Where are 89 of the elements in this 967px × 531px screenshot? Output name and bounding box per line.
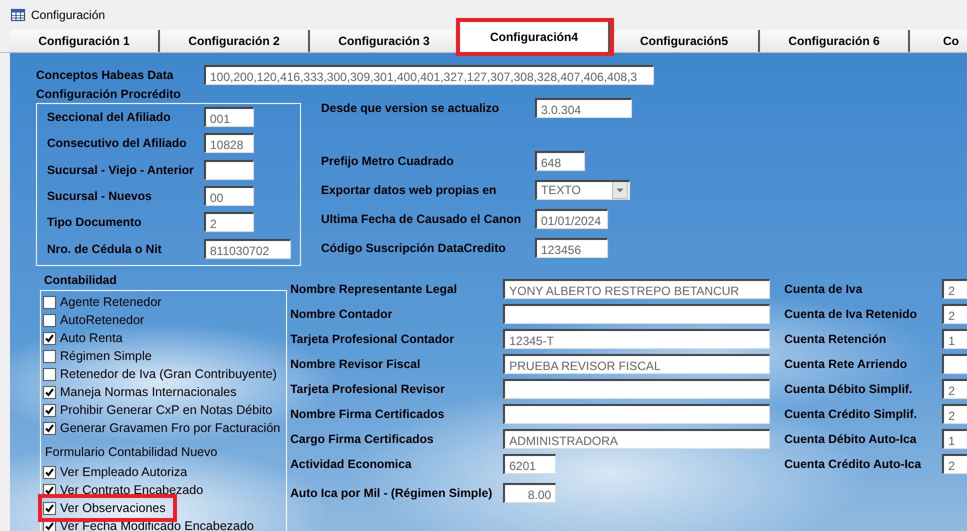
checkbox[interactable] [43,502,56,514]
checkbox-option[interactable]: AutoRetenedor [43,311,150,329]
field-label: Cuenta Crédito Simplif. [784,406,918,420]
field-label: Tarjeta Profesional Contador [290,332,456,346]
field-label: Consecutivo del Afiliado [47,136,188,150]
field-label: Actividad Economica [290,456,413,470]
checkbox[interactable] [43,296,56,308]
input-field[interactable]: 2 [942,378,967,398]
field-label: Cuenta de Iva Retenido [784,306,918,320]
field-label: Cargo Firma Certificados [290,432,435,446]
dropdown[interactable]: TEXTO [535,180,630,200]
checkbox[interactable] [43,404,56,416]
field-label: Nombre Contador [290,306,394,320]
field-label: Cuenta Crédito Auto-Ica [784,456,922,470]
field-label: Seccional del Afiliado [47,110,172,124]
input-field[interactable]: 6201 [503,454,556,474]
checkbox-option[interactable]: Ver Empleado Autoriza [43,463,194,481]
checkbox[interactable] [43,314,56,326]
input-field[interactable]: 3.0.304 [535,98,632,118]
input-field[interactable]: 123456 [535,238,608,258]
input-field[interactable] [204,160,254,180]
field-label: Cuenta Rete Arriendo [784,356,908,370]
field-label: Nombre Revisor Fiscal [290,356,422,370]
field-label: Sucursal - Nuevos [47,189,153,204]
tab[interactable]: Configuración 6 [760,30,910,52]
subsection-title: Formulario Contabilidad Nuevo [45,445,218,459]
checkbox[interactable] [43,368,56,380]
input-field[interactable]: 2 [942,304,967,324]
field-label: Prefijo Metro Cuadrado [321,154,455,168]
field-label: Sucursal - Viejo - Anterior [47,162,195,177]
input-field[interactable]: 01/01/2024 [535,208,608,228]
field-label: Nro. de Cédula o Nit [47,242,163,256]
checkbox-option[interactable]: Ver Fecha Modificado Encabezado [43,517,260,531]
input-field[interactable]: 2 [942,404,967,424]
input-field[interactable]: 811030702 [204,238,291,259]
input-field[interactable]: 10828 [204,133,254,154]
input-field[interactable]: 2 [204,212,254,232]
checkbox-option[interactable]: Maneja Normas Internacionales [43,383,242,401]
input-field[interactable] [503,304,770,324]
checkbox-option[interactable]: Auto Renta [43,329,129,347]
field-label: Cuenta Débito Auto-Ica [784,432,918,446]
input-field[interactable]: PRUEBA REVISOR FISCAL [503,354,770,374]
table-icon [11,9,25,21]
window-title: Configuración [31,8,106,22]
field-label: Conceptos Habeas Data [36,68,174,82]
checkbox[interactable] [43,350,56,362]
checkbox[interactable] [43,422,56,434]
input-field[interactable] [503,378,770,398]
checkbox-option[interactable]: Ver Observaciones [43,499,172,517]
input-field[interactable] [503,404,770,424]
section-title: Contabilidad [44,272,118,289]
caret-icon [612,182,628,198]
input-field[interactable]: 1 [942,428,967,448]
field-label: Exportar datos web propias en [321,182,498,196]
tab[interactable]: Configuración 1 [10,30,160,52]
checkbox[interactable] [43,466,56,478]
input-field[interactable]: 12345-T [503,328,770,348]
tab[interactable]: Co [910,30,967,52]
field-label: Auto Ica por Mil - (Régimen Simple) [290,486,494,500]
checkbox-option[interactable]: Ver Contrato Encabezado [43,481,210,499]
input-field[interactable]: YONY ALBERTO RESTREPO BETANCUR [503,278,770,298]
field-label: Desde que version se actualizo [321,100,500,114]
input-field[interactable]: 1 [942,328,967,348]
field-label: Nombre Representante Legal [290,282,458,296]
field-label: Código Suscripción DataCredito [321,240,507,254]
field-label: Tarjeta Profesional Revisor [290,382,446,396]
input-field[interactable]: 2 [942,454,967,474]
input-field[interactable]: 2 [942,278,967,298]
input-field[interactable]: 100,200,120,416,333,300,309,301,400,401,327,127,307,308,328,407,406,408,3 [204,65,654,85]
field-label: Nombre Firma Certificados [290,406,446,420]
checkbox-option[interactable]: Prohibir Generar CxP en Notas Débito [43,401,278,419]
checkbox[interactable] [43,386,56,398]
field-label: Tipo Documento [47,215,142,230]
field-label: Ultima Fecha de Causado el Canon [321,212,522,226]
checkbox-option[interactable]: Generar Gravamen Fro por Facturación [43,419,286,437]
field-label: Cuenta Débito Simplif. [784,382,914,396]
field-label: Cuenta Retención [784,332,888,346]
checkbox[interactable] [43,332,56,344]
input-field[interactable]: 648 [535,150,585,170]
checkbox-option[interactable]: Régimen Simple [43,347,158,365]
field-label: Cuenta de Iva [784,282,864,296]
input-field[interactable]: 00 [204,186,254,206]
input-field[interactable]: 8.00 [503,482,556,502]
input-field[interactable]: 001 [204,107,254,128]
checkbox-option[interactable]: Agente Retenedor [43,293,168,311]
tab[interactable]: Configuración 2 [160,30,310,52]
input-field[interactable]: ADMINISTRADORA [503,428,770,448]
checkbox-option[interactable]: Retenedor de Iva (Gran Contribuyente) [43,365,283,383]
section-title: Configuración Procrédito [36,87,182,101]
